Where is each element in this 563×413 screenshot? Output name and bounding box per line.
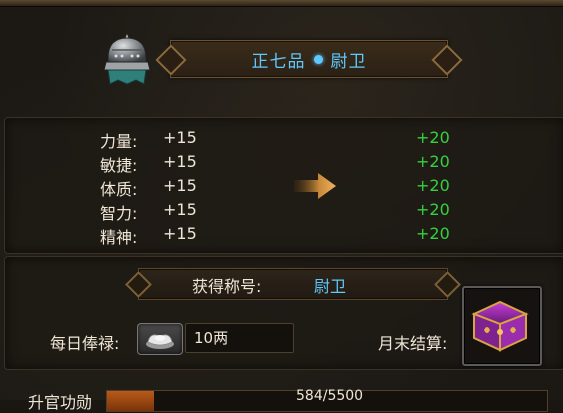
silver-ingot-icon	[137, 323, 183, 355]
monthly-settlement-label: 月末结算:	[378, 334, 448, 353]
stat-row-constitution: 体质: +15 +20	[0, 176, 563, 199]
stat-label: 精神:	[100, 228, 138, 247]
merit-progress-fill	[107, 391, 154, 411]
stat-next-value: +20	[416, 128, 450, 147]
stat-current-value: +15	[163, 128, 197, 147]
rank-separator-dot	[313, 54, 323, 64]
stat-next-value: +20	[416, 224, 450, 243]
honor-title-bar	[138, 268, 448, 300]
rank-grade: 正七品	[251, 51, 306, 72]
stat-current-value: +15	[163, 176, 197, 195]
merit-label: 升官功勋	[28, 393, 93, 412]
stat-label: 力量:	[100, 132, 138, 151]
stat-row-intelligence: 智力: +15 +20	[0, 200, 563, 223]
rank-banner: 正七品 尉卫	[170, 40, 448, 78]
stat-row-strength: 力量: +15 +20	[0, 128, 563, 151]
stat-label: 敏捷:	[100, 156, 138, 175]
stat-current-value: +15	[163, 200, 197, 219]
stat-next-value: +20	[416, 200, 450, 219]
daily-salary-label: 每日俸禄:	[50, 334, 120, 353]
rank-title: 尉卫	[330, 51, 367, 72]
stat-row-spirit: 精神: +15 +20	[0, 224, 563, 247]
top-frame-border	[0, 0, 563, 7]
arrow-right-icon	[292, 170, 338, 202]
stat-next-value: +20	[416, 176, 450, 195]
honor-value: 尉卫	[314, 277, 347, 296]
honor-label: 获得称号:	[192, 277, 262, 296]
stat-label: 智力:	[100, 204, 138, 223]
stat-label: 体质:	[100, 180, 138, 199]
stat-current-value: +15	[163, 152, 197, 171]
merit-progress-value: 584/5500	[296, 388, 364, 404]
stat-current-value: +15	[163, 224, 197, 243]
helmet-icon	[98, 30, 156, 88]
treasure-chest-icon[interactable]	[462, 286, 542, 366]
daily-salary-value: 10两	[185, 323, 294, 353]
stat-next-value: +20	[416, 152, 450, 171]
stat-row-agility: 敏捷: +15 +20	[0, 152, 563, 175]
